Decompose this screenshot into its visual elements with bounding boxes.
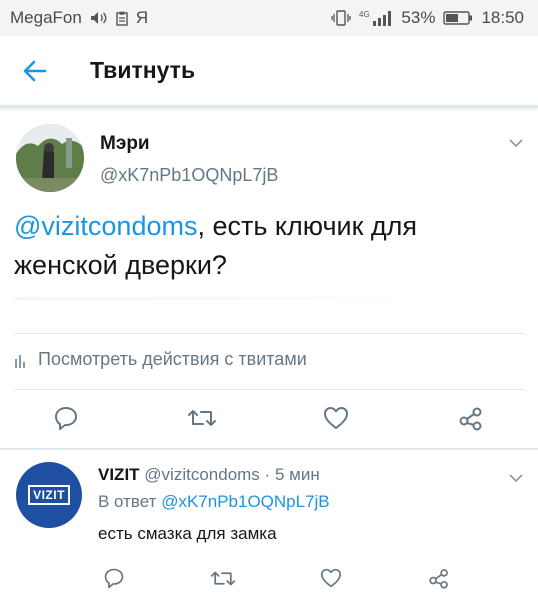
- author-handle[interactable]: @xK7nPb1OQNpL7jB: [100, 165, 278, 186]
- reply-to-mention[interactable]: @xK7nPb1OQNpL7jB: [161, 492, 329, 511]
- vibrate-icon: [331, 10, 352, 26]
- arrow-left-icon: [23, 60, 47, 81]
- reply-time: 5 мин: [274, 465, 320, 484]
- avatar[interactable]: [16, 124, 84, 192]
- chevron-down-icon: [509, 473, 523, 482]
- heart-icon: [321, 568, 341, 588]
- like-button[interactable]: [318, 400, 354, 436]
- reply-text: есть смазка для замка: [98, 524, 277, 543]
- reply-prefix: В ответ: [98, 492, 157, 511]
- tweet-actions: [0, 400, 538, 440]
- reply-menu-button[interactable]: [506, 468, 526, 488]
- reply-to-line: В ответ @xK7nPb1OQNpL7jB: [98, 492, 330, 512]
- bar-chart-icon: [15, 354, 25, 368]
- tweet-text: @vizitcondoms, есть ключик для женской д…: [14, 207, 514, 285]
- share-icon: [429, 569, 448, 589]
- vizit-logo: VIZIT: [28, 485, 70, 505]
- analytics-label: Посмотреть действия с твитами: [38, 349, 307, 369]
- sound-icon: [90, 11, 108, 25]
- reply-retweet-button[interactable]: [205, 560, 241, 596]
- carrier-label: MegaFon: [10, 8, 82, 27]
- tweet-menu-button[interactable]: [506, 133, 526, 153]
- reply-like-button[interactable]: [313, 560, 349, 596]
- share-button[interactable]: [453, 400, 489, 436]
- analytics-link[interactable]: Посмотреть действия с твитами: [14, 349, 307, 370]
- reply-author-name[interactable]: VIZIT: [98, 465, 140, 484]
- svg-text:4G: 4G: [359, 10, 370, 19]
- clipboard-icon: [116, 11, 128, 26]
- section-separator: [0, 448, 538, 450]
- back-button[interactable]: [0, 36, 70, 105]
- status-bar: MegaFon Я 4G 53% 18:50: [0, 0, 538, 36]
- reply-button[interactable]: [48, 400, 84, 436]
- retweet-icon: [210, 571, 236, 585]
- reply-header[interactable]: VIZIT @vizitcondoms · 5 мин: [98, 465, 320, 485]
- share-icon: [459, 407, 482, 431]
- divider-faint: [14, 297, 434, 300]
- reply-avatar[interactable]: VIZIT: [16, 462, 82, 528]
- battery-icon: [443, 11, 473, 25]
- divider: [14, 389, 524, 390]
- divider: [14, 333, 524, 334]
- clock: 18:50: [481, 8, 524, 27]
- reply-reply-button[interactable]: [96, 560, 132, 596]
- speech-bubble-icon: [55, 407, 77, 430]
- chevron-down-icon: [509, 138, 523, 147]
- battery-percent: 53%: [401, 8, 436, 27]
- signal-icon: 4G: [359, 9, 393, 27]
- page-title: Твитнуть: [90, 57, 196, 83]
- speech-bubble-icon: [104, 568, 124, 589]
- reply-actions: [0, 560, 538, 600]
- app-header: Твитнуть: [0, 36, 538, 108]
- reply-author-handle[interactable]: @vizitcondoms: [144, 465, 260, 484]
- retweet-button[interactable]: [184, 400, 220, 436]
- retweet-icon: [188, 410, 216, 426]
- yandex-label: Я: [135, 8, 149, 27]
- reply-separator: ·: [264, 465, 271, 484]
- heart-icon: [324, 407, 348, 429]
- author-name[interactable]: Мэри: [100, 133, 150, 155]
- mention-link[interactable]: @vizitcondoms: [14, 211, 197, 241]
- reply-share-button[interactable]: [421, 560, 457, 596]
